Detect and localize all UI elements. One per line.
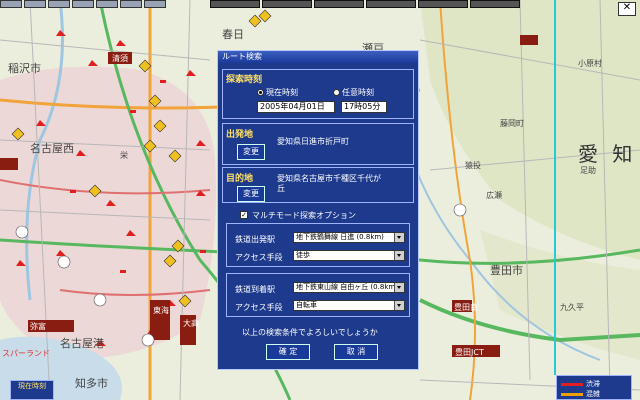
- departure-section: 鉄道出発駅 地下鉄鶴舞線 日進 (0.8km) アクセス手段 徒歩: [226, 223, 410, 267]
- multimode-checkbox[interactable]: ✓: [240, 211, 248, 219]
- chevron-down-icon[interactable]: [394, 233, 404, 242]
- arrival-station-select[interactable]: 地下鉄東山線 自由ヶ丘 (0.8km): [293, 282, 405, 293]
- departure-station-select[interactable]: 地下鉄鶴舞線 日進 (0.8km): [293, 232, 405, 243]
- radio-now-dot[interactable]: [257, 89, 264, 96]
- map-label-ohdaka: 大高: [183, 319, 199, 328]
- confirm-text: 以上の検索条件でよろしいでしょうか: [242, 328, 378, 337]
- toolbar-tab[interactable]: [366, 0, 416, 8]
- radio-any-label: 任意時刻: [342, 88, 374, 97]
- time-input[interactable]: 17時05分: [341, 101, 387, 113]
- destination-header: 目的地: [226, 174, 254, 184]
- destination-address-line2: 丘: [277, 184, 285, 193]
- origin-section: 出発地 変更 愛知県日進市折戸町: [222, 123, 414, 165]
- map-label-toyota: 豊田市: [490, 264, 523, 277]
- departure-station-label: 鉄道出発駅: [235, 235, 275, 244]
- toolbar-tab[interactable]: [210, 0, 260, 8]
- arrival-station-value: 地下鉄東山線 自由ヶ丘 (0.8km): [296, 283, 398, 291]
- map-label-chita: 知多市: [75, 377, 108, 390]
- traffic-legend: 渋滞 混雑: [556, 375, 632, 400]
- map-label-aichi: 愛 知: [578, 142, 637, 166]
- map-label-toyota-jct: 豊田JCT: [455, 348, 484, 357]
- legend-line-red: [561, 382, 583, 386]
- radio-now[interactable]: 現在時刻: [257, 87, 298, 98]
- current-time-label: 現在時刻: [18, 382, 46, 390]
- map-label-yatomi: 弥富: [30, 322, 46, 331]
- legend-line-orange: [561, 392, 583, 396]
- toolbar-tab[interactable]: [262, 0, 312, 8]
- date-input[interactable]: 2005年04月01日: [257, 101, 335, 113]
- legend-label-2: 混雑: [586, 390, 600, 398]
- map-label-nagoya-minato: 名古屋港: [60, 337, 104, 350]
- map-label-kasugai: 春日: [222, 28, 244, 41]
- route-search-dialog: ルート検索 探索時刻 現在時刻 任意時刻 2005年04月01日 17時05分 …: [217, 50, 419, 370]
- toolbar-button[interactable]: [96, 0, 118, 8]
- map-label-spaland: スパーランド: [2, 349, 50, 358]
- map-label-kiyosu: 清須: [112, 54, 128, 63]
- map-label-obara: 小原村: [578, 59, 602, 68]
- chevron-down-icon[interactable]: [394, 301, 404, 310]
- origin-change-button[interactable]: 変更: [237, 144, 265, 160]
- map-label-tokai: 東海: [153, 306, 169, 315]
- destination-address-line1: 愛知県名古屋市千種区千代が: [277, 174, 381, 183]
- arrival-section: 鉄道到着駅 地下鉄東山線 自由ヶ丘 (0.8km) アクセス手段 自転車: [226, 273, 410, 317]
- map-label-sanage: 猿投: [465, 161, 481, 170]
- map-label-inazawa: 稲沢市: [8, 62, 41, 75]
- toolbar-button[interactable]: [144, 0, 166, 8]
- current-time-widget[interactable]: 現在時刻: [10, 380, 54, 400]
- map-label-hirose: 広瀬: [486, 191, 502, 200]
- cancel-button[interactable]: 取 消: [334, 344, 378, 360]
- chevron-down-icon[interactable]: [394, 283, 404, 292]
- chevron-down-icon[interactable]: [394, 251, 404, 260]
- search-time-section: 探索時刻 現在時刻 任意時刻 2005年04月01日 17時05分: [222, 69, 414, 119]
- top-toolbar: [0, 0, 640, 8]
- access-means-value-2: 自転車: [296, 301, 317, 309]
- map-label-sakae: 栄: [120, 151, 128, 160]
- map-label-nagoya: 名古屋西: [30, 142, 74, 155]
- map-label-ashisuke: 足助: [580, 166, 596, 175]
- toolbar-button[interactable]: [48, 0, 70, 8]
- toolbar-tab[interactable]: [470, 0, 520, 8]
- map-label-kuma: 九久平: [560, 303, 584, 312]
- toolbar-button[interactable]: [24, 0, 46, 8]
- legend-row-2: 混雑: [561, 389, 600, 399]
- access-means-label-2: アクセス手段: [235, 303, 283, 312]
- toolbar-button[interactable]: [120, 0, 142, 8]
- map-label-route: 豊田南: [454, 303, 478, 312]
- legend-label-1: 渋滞: [586, 380, 600, 388]
- access-means-value-1: 徒歩: [296, 251, 310, 259]
- origin-header: 出発地: [226, 130, 254, 140]
- origin-address: 愛知県日進市折戸町: [277, 137, 349, 146]
- access-means-label-1: アクセス手段: [235, 253, 283, 262]
- radio-any[interactable]: 任意時刻: [333, 87, 374, 98]
- toolbar-button[interactable]: [0, 0, 22, 8]
- radio-any-dot[interactable]: [333, 89, 340, 96]
- legend-row-1: 渋滞: [561, 379, 600, 389]
- destination-change-button[interactable]: 変更: [237, 186, 265, 202]
- multimode-label: マルチモード探索オプション: [252, 211, 356, 220]
- departure-station-value: 地下鉄鶴舞線 日進 (0.8km): [296, 233, 384, 241]
- toolbar-tab[interactable]: [314, 0, 364, 8]
- access-means-select-1[interactable]: 徒歩: [293, 250, 405, 261]
- radio-now-label: 現在時刻: [266, 88, 298, 97]
- dialog-titlebar[interactable]: ルート検索: [218, 51, 418, 63]
- ok-button[interactable]: 確 定: [266, 344, 310, 360]
- close-icon[interactable]: ✕: [618, 2, 636, 16]
- access-means-select-2[interactable]: 自転車: [293, 300, 405, 311]
- toolbar-tab[interactable]: [418, 0, 468, 8]
- arrival-station-label: 鉄道到着駅: [235, 285, 275, 294]
- map-label-fujioka: 藤岡町: [500, 119, 524, 128]
- search-time-header: 探索時刻: [226, 75, 263, 85]
- destination-section: 目的地 変更 愛知県名古屋市千種区千代が 丘: [222, 167, 414, 203]
- toolbar-button[interactable]: [72, 0, 94, 8]
